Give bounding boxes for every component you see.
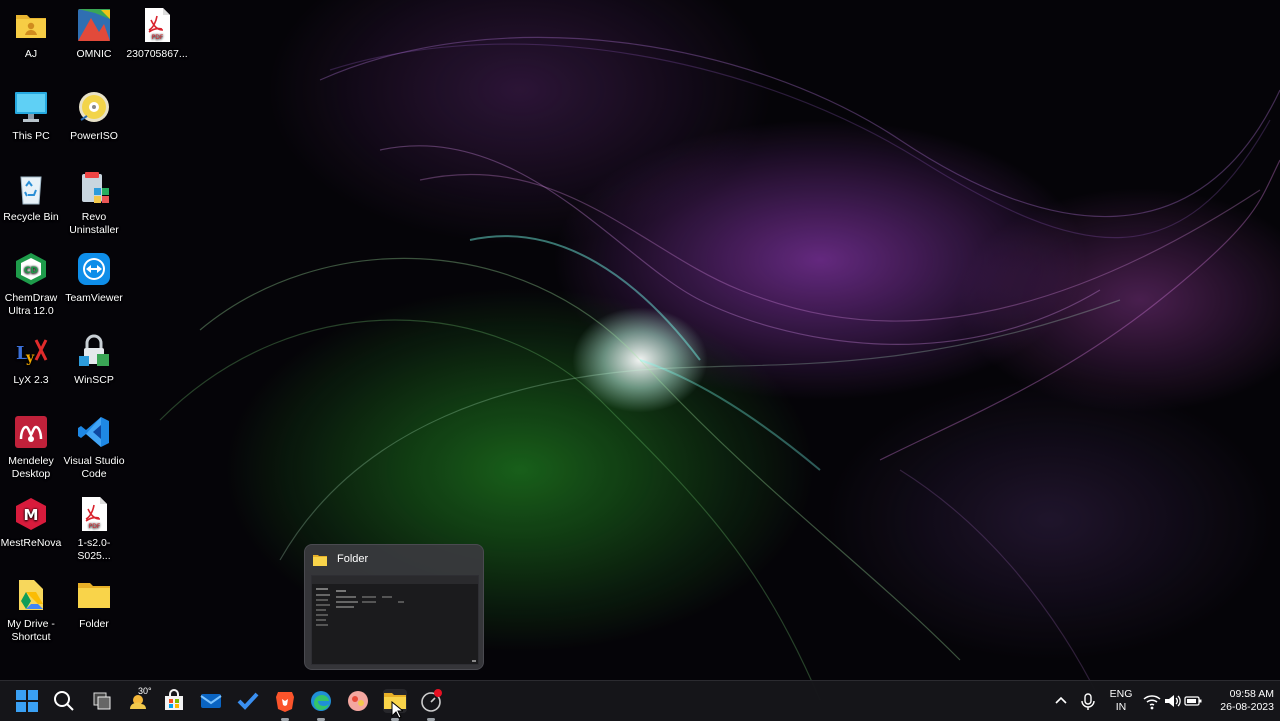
desktop-icon-revo-uninstaller[interactable]: Revo Uninstaller [62,171,126,237]
desktop-icon-label: 1-s2.0-S025... [77,537,111,562]
microphone-button[interactable] [1080,689,1104,713]
folder-icon [77,578,111,612]
desktop-icon-label: Mendeley Desktop [8,455,54,480]
desktop-icon-recycle-bin[interactable]: Recycle Bin [0,171,63,224]
desktop-icon-label: 230705867... [126,48,188,60]
desktop-icon-my-drive[interactable]: My Drive - Shortcut [0,578,63,644]
clock[interactable]: 09:58 AM 26-08-2023 [1206,688,1274,714]
desktop-icon-omnic[interactable]: OMNIC [62,8,126,61]
weather-temp: 30° [138,686,152,696]
desktop-icon-label: Revo Uninstaller [69,211,119,236]
clock-date: 26-08-2023 [1220,701,1274,713]
app-button-notification[interactable] [419,689,443,721]
lyx-icon: Ly [14,334,48,368]
desktop-icon-label: PowerISO [70,130,118,142]
search-icon [54,691,74,711]
desktop-icon-pdf-1-s2[interactable]: PDF 1-s2.0-S025... [62,497,126,563]
desktop-icon-label: LyX 2.3 [13,374,49,386]
desktop-icon-vscode[interactable]: Visual Studio Code [62,415,126,481]
mestrenova-icon: M [14,497,48,531]
revo-uninstaller-icon [77,171,111,205]
mail-icon [200,694,222,708]
desktop-icon-poweriso[interactable]: PowerISO [62,90,126,143]
desktop-icon-winscp[interactable]: WinSCP [62,334,126,387]
edge-browser-button[interactable] [309,689,333,721]
wifi-icon [1143,695,1161,710]
task-view-button[interactable] [90,689,114,713]
omnic-icon [77,8,111,42]
edge-icon [311,691,331,711]
chevron-up-icon [1055,696,1067,704]
search-button[interactable] [52,689,76,713]
brave-lion-icon [276,692,294,712]
app-with-badge-icon [421,689,442,712]
microphone-icon [1081,693,1095,710]
folder-icon [313,553,327,566]
chemdraw-icon: CD [14,252,48,286]
mendeley-icon [14,415,48,449]
recycle-bin-icon [14,171,48,205]
checkmark-icon [237,692,259,710]
volume-icon [1165,695,1181,707]
desktop-icon-label: MestReNova [0,537,62,549]
store-icon [165,689,183,710]
battery-icon [1184,696,1202,706]
taskbar-window-preview[interactable]: Folder [304,544,484,670]
desktop-icon-this-pc[interactable]: This PC [0,90,63,143]
taskbar: 30° ENG IN 09:58 AM 26-08-2023 [0,680,1280,721]
task-view-icon [93,692,111,710]
language-line-1: ENG [1109,688,1133,700]
app-button-red[interactable] [346,689,370,713]
desktop-icon-lyx[interactable]: Ly LyX 2.3 [0,334,63,387]
mail-button[interactable] [199,689,223,713]
window-thumbnail[interactable] [311,575,479,665]
teamviewer-icon [77,252,111,286]
desktop-icon-label: TeamViewer [65,292,123,304]
user-folder-icon [14,8,48,42]
colorful-app-icon [348,691,368,711]
pdf-file-icon: PDF [140,8,174,42]
desktop-icon-aj[interactable]: AJ [0,8,63,61]
desktop-icon-label: OMNIC [76,48,112,60]
svg-text:y: y [25,350,35,366]
weather-widget[interactable]: 30° [126,686,152,713]
desktop-icon-label: My Drive - Shortcut [7,618,55,643]
desktop-icon-teamviewer[interactable]: TeamViewer [62,252,126,305]
brave-browser-button[interactable] [273,689,297,721]
windows-logo-icon [16,690,38,712]
mouse-cursor-icon [391,701,403,719]
language-line-2: IN [1115,701,1127,713]
wallpaper [159,36,1280,701]
desktop-icon-pdf-230705867[interactable]: PDF 230705867... [125,8,189,61]
desktop-icon-label: Recycle Bin [3,211,59,223]
todo-button[interactable] [236,689,260,713]
network-volume-battery-group[interactable] [1143,689,1203,713]
svg-text:CD: CD [24,266,38,276]
show-hidden-icons-button[interactable] [1053,689,1077,713]
winscp-icon [77,334,111,368]
desktop-icon-label: AJ [24,48,38,60]
desktop-icon-label: WinSCP [74,374,114,386]
desktop-icon-folder[interactable]: Folder [62,578,126,631]
vscode-icon [77,415,111,449]
svg-text:PDF: PDF [152,34,164,41]
svg-text:M: M [24,506,39,524]
language-indicator[interactable]: ENG IN [1106,688,1136,714]
desktop-icon-label: This PC [12,130,50,142]
desktop-icon-label: Folder [79,618,109,630]
desktop-icon-chemdraw[interactable]: CD ChemDraw Ultra 12.0 [0,252,63,318]
disc-icon [77,90,111,124]
preview-title: Folder [337,553,369,565]
pdf-file-icon: PDF [77,497,111,531]
microsoft-store-button[interactable] [162,689,186,713]
desktop-icon-mestrenova[interactable]: M MestReNova [0,497,63,550]
google-drive-icon [14,578,48,612]
clock-time: 09:58 AM [1229,688,1274,700]
monitor-icon [14,90,48,124]
desktop-icon-label: ChemDraw Ultra 12.0 [4,292,58,317]
svg-text:PDF: PDF [89,523,101,530]
desktop-icon-mendeley[interactable]: Mendeley Desktop [0,415,63,481]
start-button[interactable] [15,689,39,713]
desktop-icon-label: Visual Studio Code [63,455,125,480]
